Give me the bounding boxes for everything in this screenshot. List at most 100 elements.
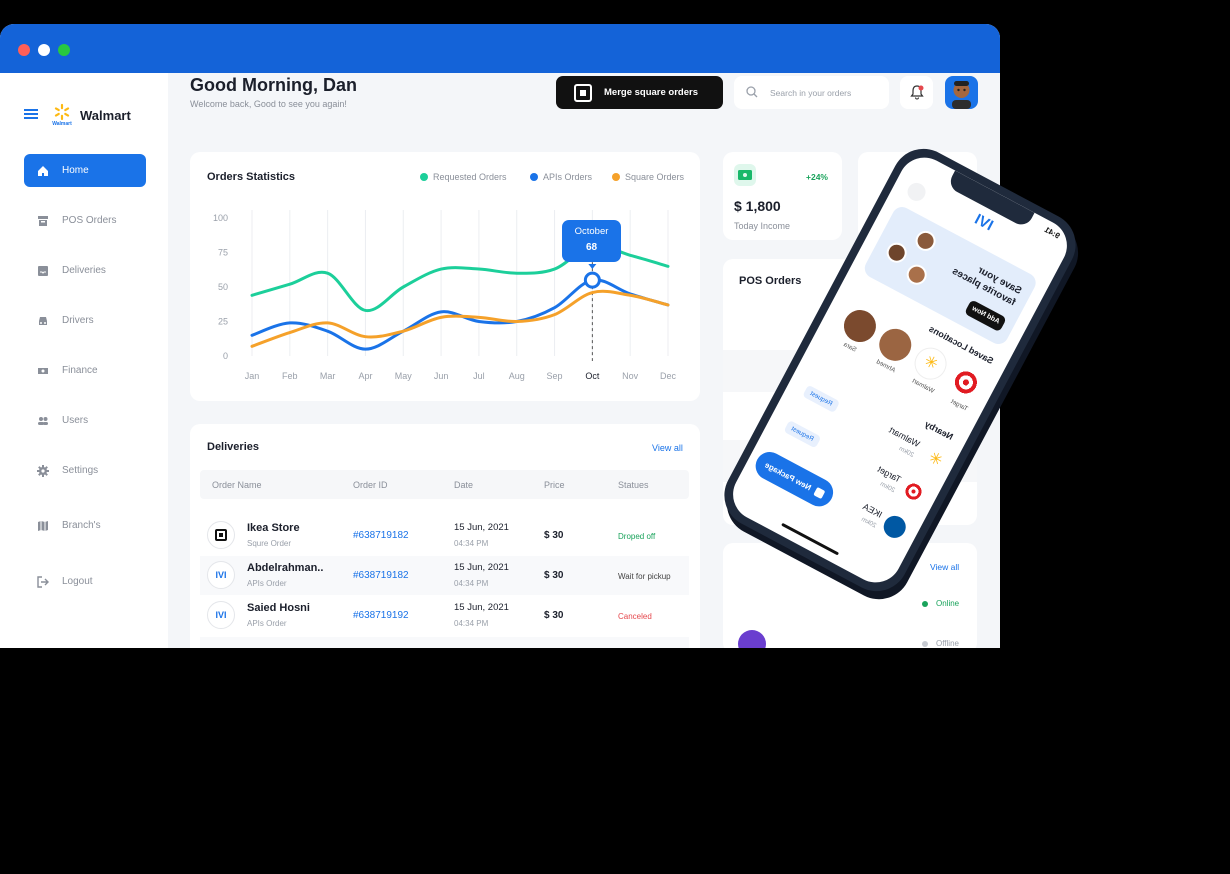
saved-location-target[interactable] <box>944 360 988 405</box>
title-bar <box>0 24 1000 73</box>
x-tick-label: Dec <box>660 371 677 381</box>
chart-tooltip: October 68 <box>562 220 621 262</box>
user-avatar[interactable] <box>945 76 978 109</box>
add-now-button[interactable]: Add Now <box>964 299 1007 333</box>
merge-button-label: Merge square orders <box>604 87 698 98</box>
page-bottom-mask <box>0 648 1230 874</box>
row-type: Squre Order <box>247 539 292 548</box>
nearby-name: Walmart <box>887 424 922 450</box>
row-date: 15 Jun, 2021 <box>454 522 509 533</box>
sidebar-item-drivers[interactable]: Drivers <box>24 304 146 337</box>
x-tick-label: Feb <box>282 371 298 381</box>
sidebar-item-label: Settings <box>62 465 99 476</box>
nearby-name: Target <box>875 463 903 485</box>
legend-apis: APIs Orders <box>530 172 592 182</box>
minimize-window-button[interactable] <box>38 44 50 56</box>
sidebar-item-label: Users <box>62 415 89 426</box>
y-tick-label: 0 <box>223 351 228 361</box>
request-button[interactable]: Request <box>783 419 822 449</box>
x-tick-label: Jan <box>245 371 260 381</box>
row-status: Wait for pickup <box>618 572 671 581</box>
row-date: 15 Jun, 2021 <box>454 562 509 573</box>
sidebar-item-label: Branch's <box>62 520 101 531</box>
archive-icon <box>36 214 50 228</box>
col-status: Statues <box>618 480 649 490</box>
save-places-banner: Save your favorite places Add Now <box>861 203 1040 348</box>
row-type: APIs Order <box>247 619 287 628</box>
sidebar-item-pos-orders[interactable]: POS Orders <box>24 204 146 237</box>
row-name: Saied Hosni <box>247 602 310 614</box>
tooltip-arrow <box>588 264 597 269</box>
series-line <box>250 289 670 348</box>
row-order-id[interactable]: #638719182 <box>353 530 409 541</box>
legend-label: Requested Orders <box>433 172 507 182</box>
table-row[interactable] <box>200 637 689 648</box>
legend-label: APIs Orders <box>543 172 593 182</box>
row-time: 04:34 PM <box>454 539 489 548</box>
sidebar: Walmart Walmart Home POS Orders Deliveri… <box>0 73 168 648</box>
app-logo: IVI <box>971 210 996 235</box>
brand-name: Walmart <box>80 107 131 123</box>
banner-avatar <box>912 227 940 255</box>
home-icon <box>36 164 50 178</box>
sidebar-item-label: Logout <box>62 576 93 587</box>
gear-icon <box>36 464 50 478</box>
hamburger-menu-icon[interactable] <box>24 106 38 124</box>
sidebar-item-settings[interactable]: Settings <box>24 454 146 487</box>
search-input[interactable]: Search in your orders <box>734 76 889 109</box>
phone-screen: 9:41 IVI Save your favorite places Add N… <box>723 148 1077 592</box>
sidebar-item-label: Deliveries <box>62 265 106 276</box>
row-date: 15 Jun, 2021 <box>454 602 509 613</box>
phone-time: 9:41 <box>1042 225 1062 241</box>
request-button[interactable]: Request <box>802 384 841 414</box>
table-row[interactable] <box>200 515 689 555</box>
walmart-logo-text: Walmart <box>52 121 72 127</box>
row-time: 04:34 PM <box>454 619 489 628</box>
highlight-point[interactable] <box>583 271 601 289</box>
bell-icon <box>910 85 924 105</box>
sidebar-item-label: Home <box>62 165 89 176</box>
sidebar-item-home[interactable]: Home <box>24 154 146 187</box>
logout-icon <box>36 575 50 589</box>
col-price: Price <box>544 480 565 490</box>
notifications-button[interactable] <box>900 76 933 109</box>
sidebar-item-label: Finance <box>62 365 98 376</box>
y-tick-label: 25 <box>218 317 228 327</box>
ikea-logo-icon <box>879 512 910 542</box>
y-tick-label: 100 <box>213 213 228 223</box>
phone-mockup: 9:41 IVI Save your favorite places Add N… <box>690 130 1087 660</box>
brand: Walmart Walmart <box>24 103 131 127</box>
row-time: 04:34 PM <box>454 579 489 588</box>
search-icon <box>746 86 758 100</box>
deliveries-view-all-link[interactable]: View all <box>652 443 683 453</box>
x-tick-label: Jun <box>434 371 449 381</box>
banner-avatar <box>903 261 931 289</box>
phone-menu-icon[interactable] <box>904 179 929 205</box>
col-order-name: Order Name <box>212 480 262 490</box>
maximize-window-button[interactable] <box>58 44 70 56</box>
walmart-logo-icon: ✳ <box>925 448 946 471</box>
row-name: Ikea Store <box>247 522 300 534</box>
api-logo-icon: IVI <box>207 601 235 629</box>
tooltip-month: October <box>574 226 609 237</box>
money-icon <box>36 364 50 378</box>
sidebar-item-users[interactable]: Users <box>24 404 146 437</box>
saved-label: Walmart <box>910 377 936 395</box>
car-icon <box>36 314 50 328</box>
row-name: Abdelrahman.. <box>247 562 324 574</box>
row-order-id[interactable]: #638719192 <box>353 610 409 621</box>
sidebar-item-branches[interactable]: Branch's <box>24 509 146 542</box>
merge-square-orders-button[interactable]: Merge square orders <box>556 76 723 109</box>
row-type: APIs Order <box>247 579 287 588</box>
col-order-id: Order ID <box>353 480 388 490</box>
close-window-button[interactable] <box>18 44 30 56</box>
legend-label: Square Orders <box>625 172 685 182</box>
banner-avatar <box>883 239 911 267</box>
x-tick-label: May <box>395 371 413 381</box>
sidebar-item-finance[interactable]: Finance <box>24 354 146 387</box>
sidebar-item-deliveries[interactable]: Deliveries <box>24 254 146 287</box>
sidebar-item-logout[interactable]: Logout <box>24 565 146 598</box>
x-tick-label: Aug <box>509 371 525 381</box>
saved-label: Target <box>949 398 969 413</box>
row-order-id[interactable]: #638719182 <box>353 570 409 581</box>
